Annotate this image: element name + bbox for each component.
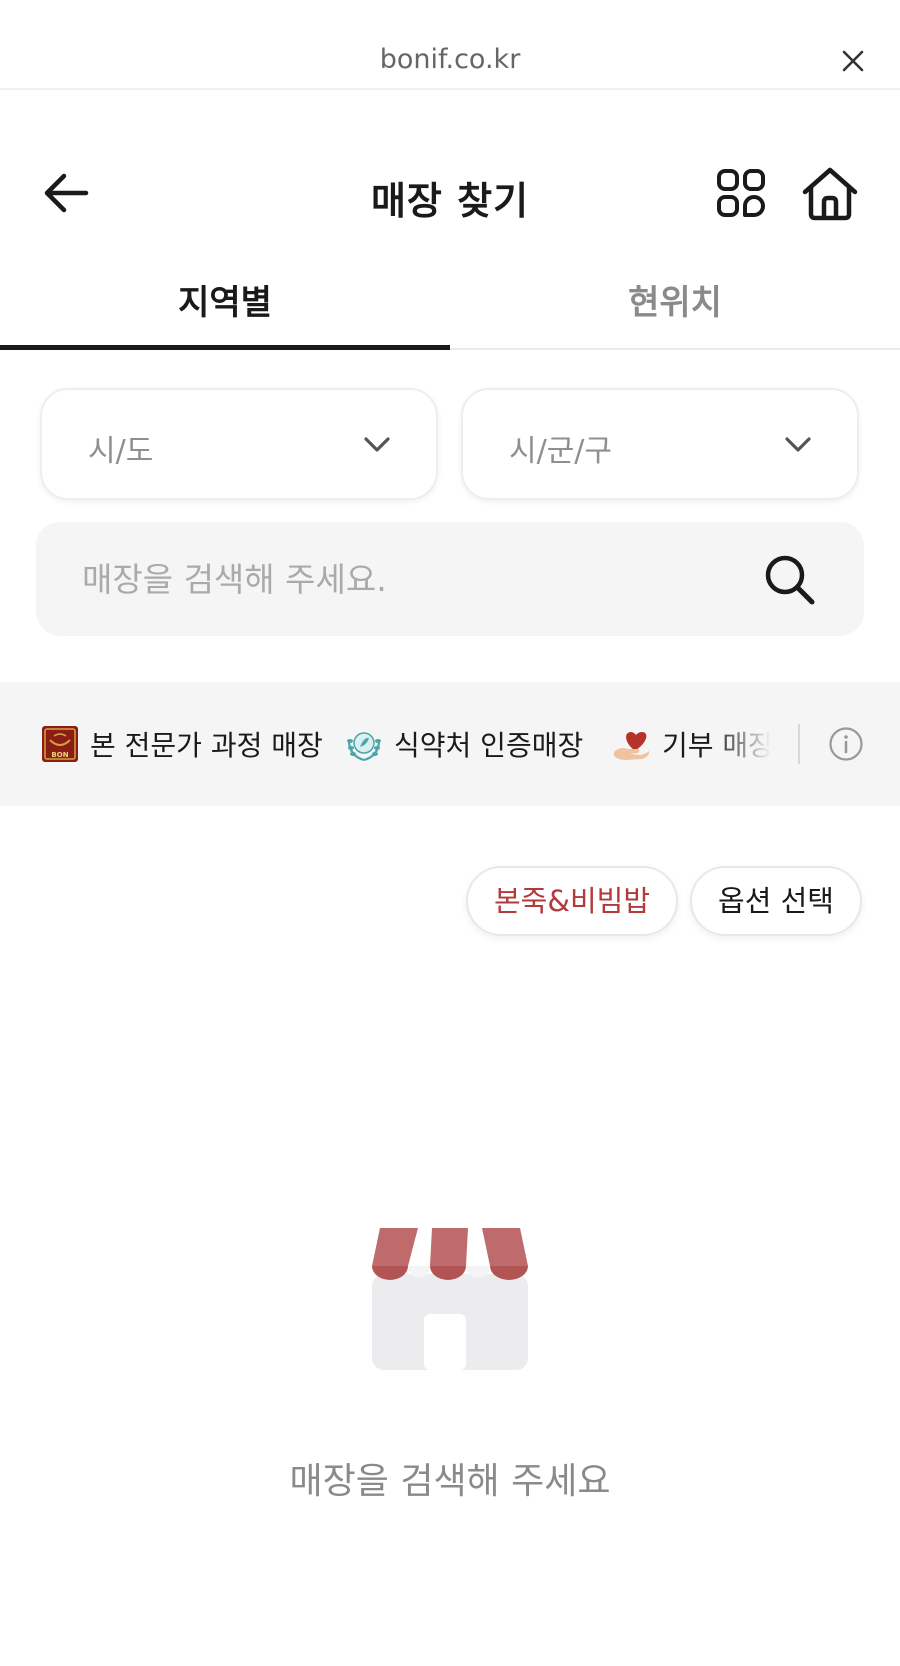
chevron-down-icon xyxy=(364,437,390,452)
svg-text:BON: BON xyxy=(51,751,68,759)
brand-filter-chip[interactable]: 본죽&비빔밥 xyxy=(466,866,678,936)
store-search-input[interactable] xyxy=(82,552,722,606)
close-icon[interactable] xyxy=(838,46,868,76)
home-icon[interactable] xyxy=(800,166,860,222)
legend-label-certified: 식약처 인증매장 xyxy=(394,729,584,762)
store-icon xyxy=(372,1228,528,1370)
legend-scroll-fade xyxy=(712,712,786,776)
legend-label-expert: 본 전문가 과정 매장 xyxy=(90,729,323,762)
legend-item-expert[interactable]: BON 본 전문가 과정 매장 xyxy=(40,722,323,766)
legend-divider xyxy=(798,724,800,764)
browser-url-bar: bonif.co.kr xyxy=(0,0,900,90)
info-icon[interactable] xyxy=(828,726,864,762)
sido-select[interactable]: 시/도 xyxy=(40,388,438,500)
laurel-certified-icon xyxy=(347,732,381,762)
search-icon[interactable] xyxy=(762,552,816,606)
sigungu-select-label: 시/군/구 xyxy=(509,434,613,469)
bon-expert-badge-icon: BON xyxy=(42,726,78,762)
url-text: bonif.co.kr xyxy=(379,44,521,75)
nav-header: 매장 찾기 xyxy=(0,150,900,236)
store-type-legend: BON 본 전문가 과정 매장 식약처 인증매장 기부 매장 xyxy=(0,682,900,806)
chevron-down-icon xyxy=(785,437,811,452)
sido-select-label: 시/도 xyxy=(88,434,154,469)
option-select-chip[interactable]: 옵션 선택 xyxy=(690,866,862,936)
legend-item-certified[interactable]: 식약처 인증매장 xyxy=(344,722,583,766)
empty-state-message: 매장을 검색해 주세요 xyxy=(289,1461,611,1502)
tab-current-location[interactable]: 현위치 xyxy=(450,262,900,350)
heart-hand-icon xyxy=(614,732,650,760)
store-search-box xyxy=(36,522,864,636)
grid-menu-icon[interactable] xyxy=(716,168,766,218)
tab-bar: 지역별 현위치 xyxy=(0,262,900,350)
sigungu-select[interactable]: 시/군/구 xyxy=(461,388,859,500)
tab-by-region[interactable]: 지역별 xyxy=(0,262,450,350)
